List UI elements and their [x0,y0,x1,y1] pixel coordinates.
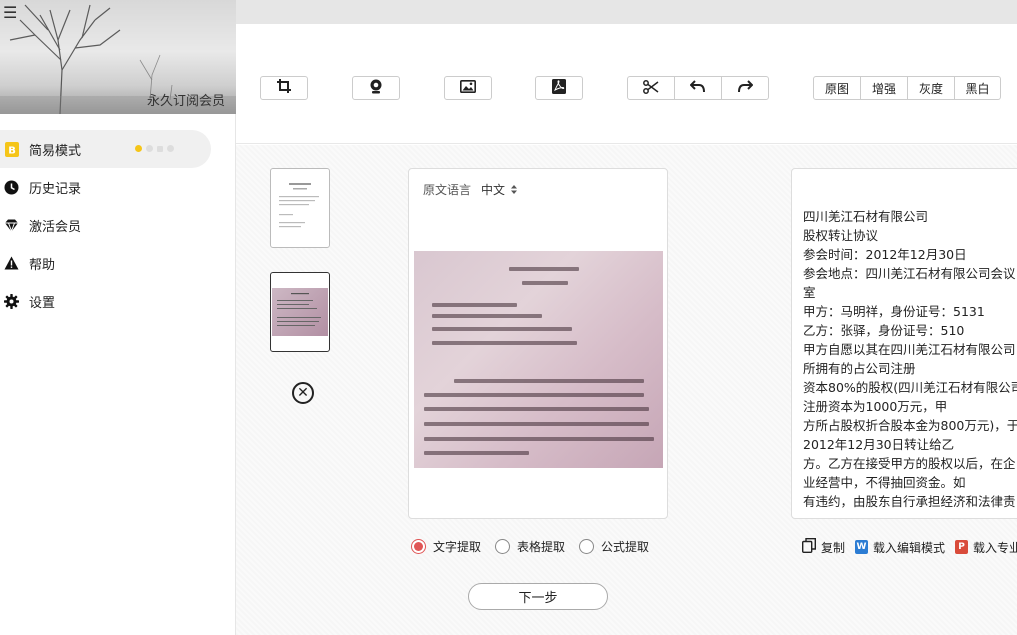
mode-indicator-dots [135,145,174,152]
sidebar-item-label: 激活会员 [29,219,82,235]
sidebar-item-activate-vip[interactable]: 激活会员 [0,206,236,244]
ppt-doc-icon: P [955,540,969,554]
result-line: 2012年12月30日转让给乙 [803,437,955,452]
sidebar-item-settings[interactable]: 设置 [0,282,236,320]
result-line: 室 [803,285,816,300]
copy-label: 复制 [821,540,846,555]
radio-selected-icon [411,539,426,554]
load-edit-label: 载入编辑模式 [873,540,946,555]
ocr-result-text[interactable]: 四川羌江石材有限公司 股权转让协议 参会时间：2012年12月30日 参会地点：… [803,207,1017,511]
result-line: 甲方：马明祥，身份证号：5131 [803,304,985,319]
result-line: 方所占股权折合股本金为800万元)，于 [803,418,1017,433]
result-line: 业经营中，不得抽回资金。如 [803,475,966,490]
sort-arrows-icon [511,183,518,197]
source-language-value: 中文 [481,183,506,197]
pdf-button[interactable] [535,76,583,100]
gear-icon [4,293,19,309]
source-language-row: 原文语言 中文 [423,181,518,198]
extract-formula-radio[interactable]: 公式提取 [579,538,649,555]
sidebar-item-label: 简易模式 [29,143,82,159]
title-bar [236,0,1017,24]
result-line: 四川羌江石材有限公司 [803,209,929,224]
redo-button[interactable] [722,77,768,99]
page-thumbnail-selected[interactable] [270,272,330,352]
undo-icon [689,80,706,96]
workspace: ✕ 原文语言 中文 四川羌江石材有限公司 股权转让协议 参会时间：2012年12… [236,145,1017,635]
document-photo [414,251,663,468]
source-panel: 原文语言 中文 [408,168,668,519]
result-line: 注册资本为1000万元，甲 [803,399,948,414]
image-button[interactable] [444,76,492,100]
filter-original-button[interactable]: 原图 [814,77,861,99]
sidebar-item-history[interactable]: 历史记录 [0,168,236,206]
sidebar-item-label: 帮助 [29,257,56,273]
remove-page-icon[interactable]: ✕ [292,382,314,404]
sidebar-item-label: 历史记录 [29,181,82,197]
result-line: 乙方：张驿，身份证号：510 [803,323,965,338]
result-panel[interactable]: 四川羌江石材有限公司 股权转让协议 参会时间：2012年12月30日 参会地点：… [791,168,1017,519]
result-line: 有违约，由股东自行承担经济和法律责 [803,494,1016,509]
next-step-button[interactable]: 下一步 [468,583,608,610]
load-pro-label: 载入专业 [973,540,1017,555]
undo-button[interactable] [675,77,722,99]
redo-icon [737,80,754,96]
scissors-icon [643,79,659,97]
radio-unselected-icon [579,539,595,554]
svg-text:B: B [8,145,16,156]
word-doc-icon: W [855,540,869,554]
pdf-icon [552,78,566,98]
result-actions: 复制 W 载入编辑模式 P 载入专业 [801,538,1017,556]
crop-icon [277,79,291,97]
image-icon [460,79,476,97]
sidebar-nav: B 简易模式 历史记录 激活会员 帮助 设置 [0,130,236,320]
mode-icon: B [4,141,19,157]
radio-label: 文字提取 [433,540,482,554]
source-language-select[interactable]: 中文 [481,181,518,198]
result-line: 股权转让协议 [803,228,879,243]
copy-button[interactable]: 复制 [801,538,846,556]
source-language-label: 原文语言 [423,183,472,197]
radio-label: 表格提取 [517,540,566,554]
camera-icon [369,79,383,98]
radio-unselected-icon [495,539,511,554]
radio-label: 公式提取 [601,540,650,554]
filter-bw-button[interactable]: 黑白 [955,77,1000,99]
toolbar: 原图 增强 灰度 黑白 [236,24,1017,144]
vip-label: 永久订阅会员 [146,94,225,109]
camera-button[interactable] [352,76,400,100]
result-line: 资本80%的股权(四川羌江石材有限公司 [803,380,1017,395]
result-line: 甲方自愿以其在四川羌江石材有限公司 [803,342,1016,357]
cut-button[interactable] [628,77,675,99]
crop-button[interactable] [260,76,308,100]
copy-icon [801,538,816,556]
filter-grayscale-button[interactable]: 灰度 [908,77,955,99]
load-edit-mode-button[interactable]: W 载入编辑模式 [855,539,945,556]
extract-mode-group: 文字提取 表格提取 公式提取 [411,538,649,555]
filter-enhance-button[interactable]: 增强 [861,77,908,99]
sidebar-item-label: 设置 [29,295,56,311]
load-pro-mode-button[interactable]: P 载入专业 [955,539,1017,556]
snow-tree-banner: ☰ 永久订阅会员 [0,0,236,114]
extract-table-radio[interactable]: 表格提取 [495,538,565,555]
warning-icon [4,256,19,271]
result-line: 参会时间：2012年12月30日 [803,247,967,262]
clock-icon [4,180,19,195]
sidebar-item-help[interactable]: 帮助 [0,244,236,282]
edit-button-group [627,76,769,100]
extract-text-radio[interactable]: 文字提取 [411,538,481,555]
result-line: 所拥有的占公司注册 [803,361,916,376]
result-line: 参会地点：四川羌江石材有限公司会议 [803,266,1016,281]
page-thumbnail[interactable] [270,168,330,248]
diamond-icon [4,218,19,233]
sidebar: ☰ 永久订阅会员 B 简易模式 历史记录 激活会员 帮助 设置 [0,0,236,635]
sidebar-item-simple-mode[interactable]: B 简易模式 [0,130,211,168]
result-line: 方。乙方在接受甲方的股权以后，在企 [803,456,1016,471]
image-filter-group: 原图 增强 灰度 黑白 [813,76,1001,100]
hamburger-menu-icon[interactable]: ☰ [3,5,19,21]
